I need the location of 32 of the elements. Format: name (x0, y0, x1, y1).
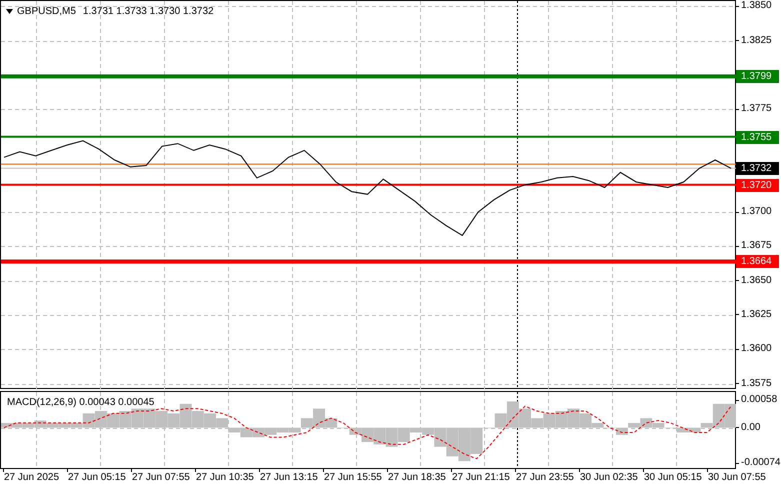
time-label: 27 Jun 23:55 (516, 472, 574, 484)
time-label: 27 Jun 18:35 (388, 472, 446, 484)
macd-label: MACD(12,26,9) 0.00043 0.00045 (7, 396, 154, 410)
price-level-tag: 1.3799 (736, 70, 779, 84)
time-label: 30 Jun 05:15 (644, 472, 702, 484)
axis-tick-label: 1.3600 (741, 343, 772, 356)
axis-tick-label: 1.3575 (741, 378, 772, 390)
axis-tick-label: 1.3625 (741, 308, 772, 321)
axis-tick-label: 0.00 (741, 422, 760, 434)
quote-values: 1.3731 1.3733 1.3730 1.3732 (82, 5, 214, 19)
symbol-label: GBPUSD,M5 (17, 5, 76, 19)
time-label: 27 Jun 15:55 (324, 472, 382, 484)
axis-tick-label: 1.3700 (741, 206, 772, 218)
time-label: 30 Jun 07:55 (708, 472, 766, 484)
time-label: 27 Jun 05:15 (68, 472, 126, 484)
time-label: 27 Jun 07:55 (132, 472, 190, 484)
axis-tick-label: 1.3775 (741, 103, 772, 116)
axis-tick-label: 1.3850 (741, 0, 772, 12)
price-level-tag: 1.3720 (736, 178, 779, 192)
axis-tick-label: 1.3650 (741, 274, 772, 287)
time-label: 27 Jun 21:15 (452, 472, 510, 484)
price-level-tag: 1.3755 (736, 130, 779, 144)
time-label: 27 Jun 2025 (4, 472, 60, 484)
axis-tick-label: 1.3675 (741, 240, 772, 252)
axis-tick-label: -0.00074 (741, 457, 780, 469)
time-label: 30 Jun 02:35 (580, 472, 638, 484)
time-label: 27 Jun 13:15 (260, 472, 318, 484)
axis-tick-label: 1.3825 (741, 34, 772, 47)
time-label: 27 Jun 10:35 (196, 472, 254, 484)
price-level-tag: 1.3664 (736, 255, 779, 268)
price-level-tag: 1.3732 (736, 162, 779, 176)
axis-tick-label: 0.00058 (741, 394, 778, 406)
